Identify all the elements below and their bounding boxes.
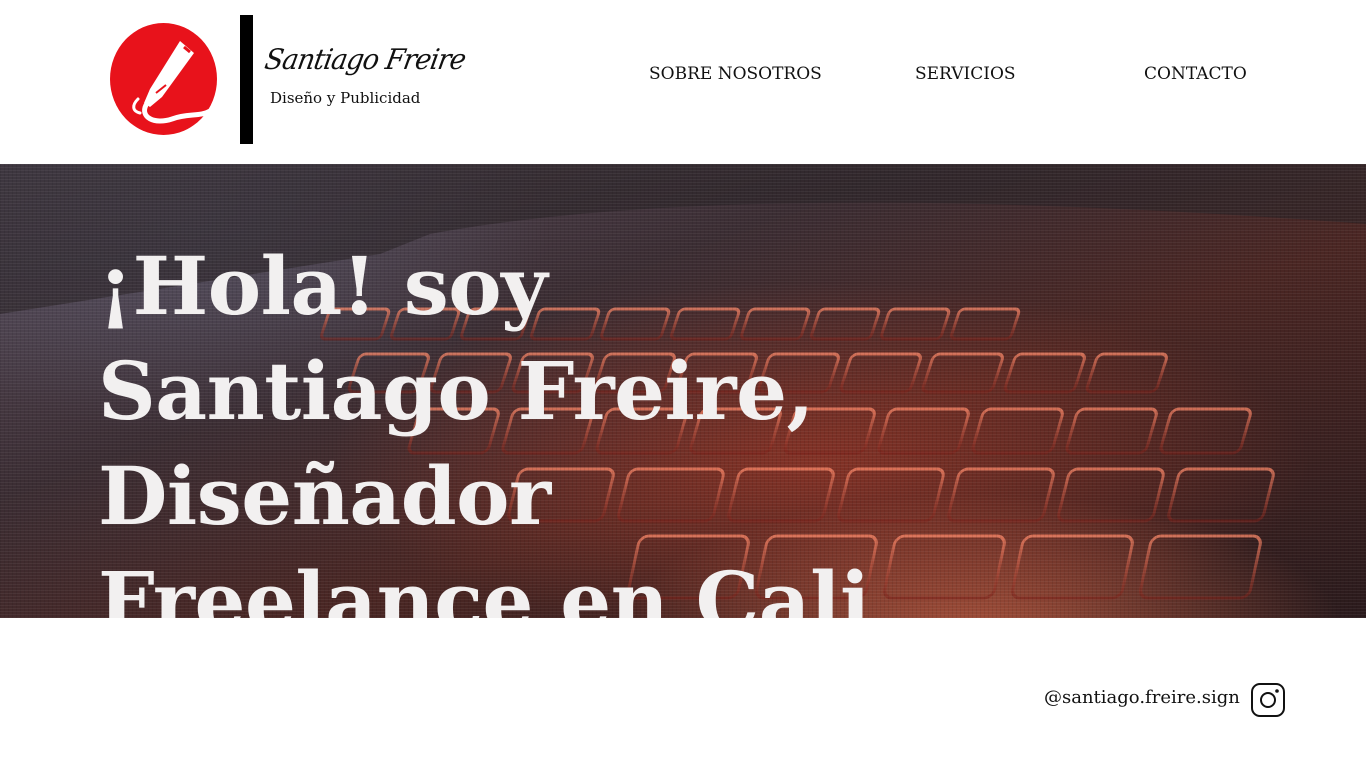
instagram-icon	[1251, 683, 1285, 717]
pen-nib-icon	[132, 41, 213, 124]
hero-title: ¡Hola! soy Santiago Freire, Diseñador Fr…	[98, 239, 870, 618]
logo-signature: Santiago Freire	[262, 44, 468, 77]
nav-contacto[interactable]: CONTACTO	[1144, 64, 1247, 84]
nav-servicios[interactable]: SERVICIOS	[915, 64, 1016, 84]
nav-sobre-nosotros[interactable]: SOBRE NOSOTROS	[649, 64, 822, 84]
instagram-handle-link[interactable]: @santiago.freire.sign	[1044, 687, 1240, 708]
hero-banner: ¡Hola! soy Santiago Freire, Diseñador Fr…	[0, 164, 1366, 618]
logo-divider	[240, 15, 253, 144]
logo-tagline: Diseño y Publicidad	[270, 89, 421, 107]
site-header: Santiago Freire Diseño y Publicidad SOBR…	[0, 0, 1366, 164]
logo-mark[interactable]	[110, 23, 217, 135]
instagram-button[interactable]	[1251, 683, 1285, 717]
